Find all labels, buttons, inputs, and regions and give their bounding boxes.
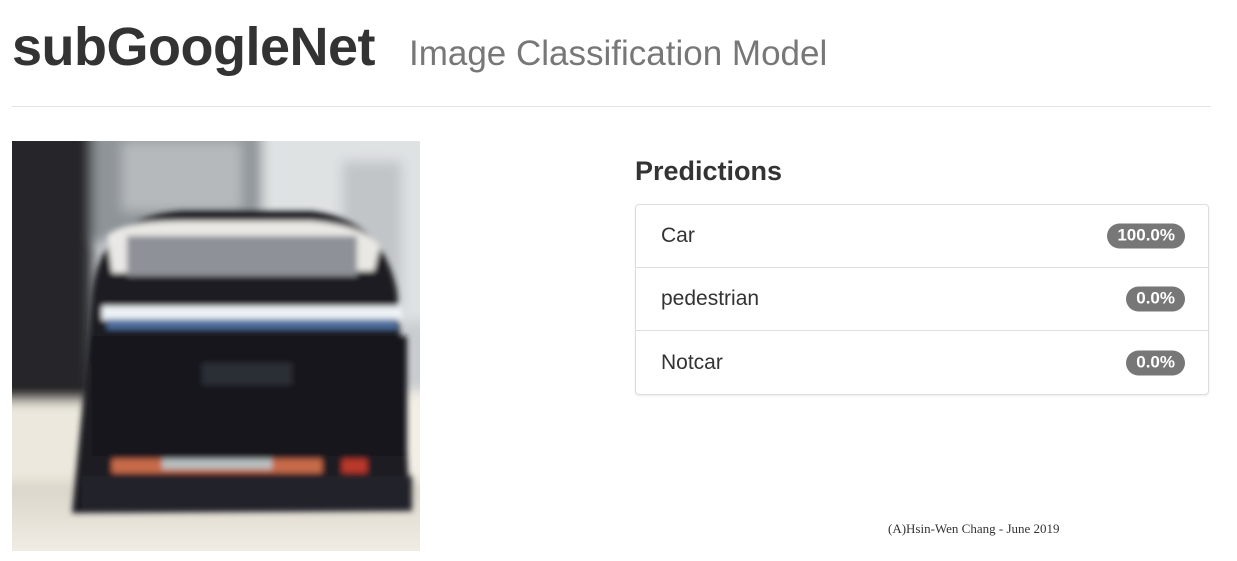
page-header: subGoogleNet Image Classification Model [12,14,1211,107]
prediction-item-notcar: Notcar 0.0% [636,331,1208,394]
input-image [12,141,420,551]
prediction-score-badge: 0.0% [1126,286,1185,312]
prediction-score-badge: 0.0% [1126,350,1185,375]
car-photo [12,141,420,551]
footer-credit: (A)Hsin-Wen Chang - June 2019 [888,521,1060,536]
page-subtitle: Image Classification Model [409,34,828,73]
prediction-item-car: Car 100.0% [636,205,1208,268]
page-title: subGoogleNet [12,17,376,77]
prediction-item-pedestrian: pedestrian 0.0% [636,268,1208,331]
prediction-label: Car [661,224,695,247]
predictions-title: Predictions [635,156,783,186]
predictions-list: Car 100.0% pedestrian 0.0% Notcar 0.0% [635,204,1209,395]
prediction-label: Notcar [661,350,723,374]
prediction-label: pedestrian [661,287,760,310]
prediction-score-badge: 100.0% [1107,223,1185,249]
